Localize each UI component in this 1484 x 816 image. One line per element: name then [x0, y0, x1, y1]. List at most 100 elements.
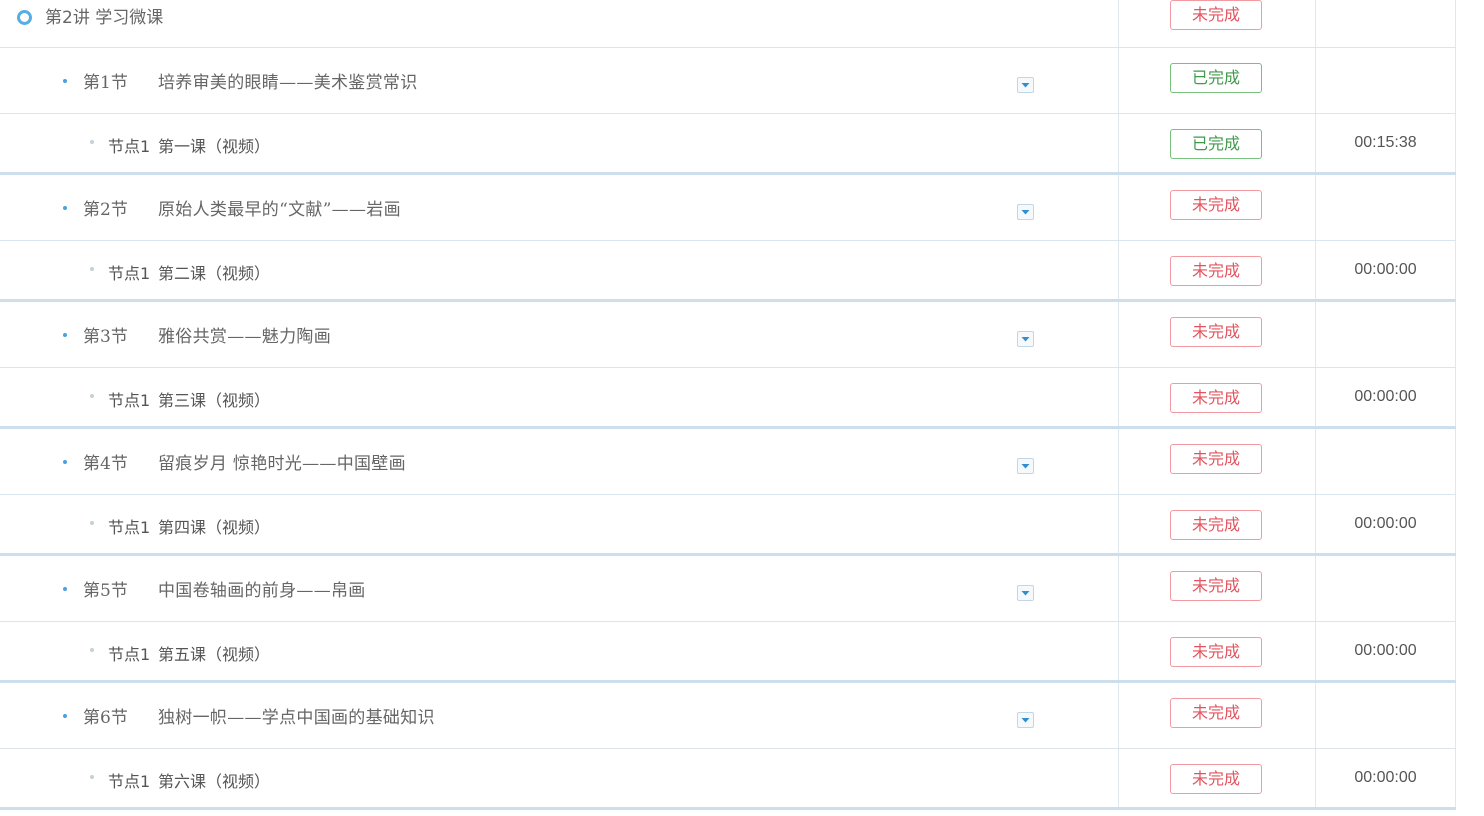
status-cell: 未完成	[1118, 622, 1315, 680]
duration-cell: 00:00:00	[1315, 241, 1456, 299]
status-badge: 未完成	[1170, 571, 1262, 601]
node-title-cell: 节点1 第五课（视频）	[0, 622, 1118, 680]
section-title-cell: 第3节 雅俗共赏——魅力陶画	[0, 302, 1118, 367]
node-row[interactable]: 节点1 第五课（视频） 未完成 00:00:00	[0, 622, 1456, 683]
node-title[interactable]: 第五课（视频）	[158, 641, 270, 665]
status-badge: 未完成	[1170, 317, 1262, 347]
course-outline: 第2讲 学习微课 未完成 第1节 培养审美的眼睛——美术鉴赏常识 已完成 节点1…	[0, 0, 1456, 810]
section-list: 第1节 培养审美的眼睛——美术鉴赏常识 已完成 节点1 第一课（视频） 已完成 …	[0, 48, 1456, 810]
status-badge: 已完成	[1170, 63, 1262, 93]
section-row: 第1节 培养审美的眼睛——美术鉴赏常识 已完成	[0, 48, 1456, 114]
node-row[interactable]: 节点1 第六课（视频） 未完成 00:00:00	[0, 749, 1456, 810]
node-row[interactable]: 节点1 第二课（视频） 未完成 00:00:00	[0, 241, 1456, 302]
chevron-down-icon[interactable]	[1017, 77, 1034, 93]
duration-cell: 00:00:00	[1315, 622, 1456, 680]
node-title[interactable]: 第六课（视频）	[158, 768, 270, 792]
section-number[interactable]: 第2节	[83, 195, 128, 220]
section-title-cell: 第2节 原始人类最早的“文献”——岩画	[0, 175, 1118, 240]
status-badge: 未完成	[1170, 383, 1262, 413]
chevron-down-icon[interactable]	[1017, 204, 1034, 220]
duration-cell	[1315, 302, 1456, 367]
status-cell: 已完成	[1118, 114, 1315, 172]
node-title[interactable]: 第四课（视频）	[158, 514, 270, 538]
duration-cell	[1315, 0, 1456, 47]
chevron-down-icon[interactable]	[1017, 585, 1034, 601]
node-title[interactable]: 第二课（视频）	[158, 260, 270, 284]
section-row: 第5节 中国卷轴画的前身——帛画 未完成	[0, 556, 1456, 622]
section-title[interactable]: 雅俗共赏——魅力陶画	[158, 322, 331, 347]
section-title-cell: 第1节 培养审美的眼睛——美术鉴赏常识	[0, 48, 1118, 113]
node-label[interactable]: 节点1	[108, 260, 150, 284]
chapter-title-cell: 第2讲 学习微课	[0, 0, 1118, 47]
status-cell: 未完成	[1118, 368, 1315, 426]
node-label[interactable]: 节点1	[108, 387, 150, 411]
node-label[interactable]: 节点1	[108, 514, 150, 538]
node-label[interactable]: 节点1	[108, 133, 150, 157]
chevron-down-icon[interactable]	[1017, 331, 1034, 347]
section-number[interactable]: 第1节	[83, 68, 128, 93]
status-badge: 未完成	[1170, 444, 1262, 474]
node-row[interactable]: 节点1 第四课（视频） 未完成 00:00:00	[0, 495, 1456, 556]
duration-cell: 00:00:00	[1315, 749, 1456, 807]
section-number[interactable]: 第6节	[83, 703, 128, 728]
bullet-icon	[90, 267, 94, 271]
status-badge: 未完成	[1170, 0, 1262, 30]
bullet-icon	[63, 206, 67, 210]
duration-cell: 00:00:00	[1315, 495, 1456, 553]
section-row: 第3节 雅俗共赏——魅力陶画 未完成	[0, 302, 1456, 368]
duration-cell	[1315, 429, 1456, 494]
duration-cell: 00:15:38	[1315, 114, 1456, 172]
bullet-icon	[63, 714, 67, 718]
status-cell: 未完成	[1118, 175, 1315, 240]
node-label[interactable]: 节点1	[108, 641, 150, 665]
node-title[interactable]: 第一课（视频）	[158, 133, 270, 157]
section-title[interactable]: 中国卷轴画的前身——帛画	[158, 576, 366, 601]
duration-cell	[1315, 175, 1456, 240]
bullet-icon	[90, 140, 94, 144]
chapter-title[interactable]: 第2讲 学习微课	[45, 3, 163, 28]
node-row[interactable]: 节点1 第一课（视频） 已完成 00:15:38	[0, 114, 1456, 175]
status-cell: 未完成	[1118, 495, 1315, 553]
status-cell: 已完成	[1118, 48, 1315, 113]
bullet-icon	[90, 394, 94, 398]
status-badge: 未完成	[1170, 510, 1262, 540]
section-title-cell: 第6节 独树一帜——学点中国画的基础知识	[0, 683, 1118, 748]
bullet-icon	[90, 521, 94, 525]
section-title[interactable]: 独树一帜——学点中国画的基础知识	[158, 703, 435, 728]
status-badge: 未完成	[1170, 637, 1262, 667]
status-cell: 未完成	[1118, 556, 1315, 621]
chevron-down-icon[interactable]	[1017, 712, 1034, 728]
section-number[interactable]: 第3节	[83, 322, 128, 347]
node-title-cell: 节点1 第四课（视频）	[0, 495, 1118, 553]
status-cell: 未完成	[1118, 429, 1315, 494]
section-number[interactable]: 第5节	[83, 576, 128, 601]
chapter-row: 第2讲 学习微课 未完成	[0, 0, 1456, 48]
duration-cell	[1315, 48, 1456, 113]
section-title[interactable]: 原始人类最早的“文献”——岩画	[158, 195, 401, 220]
status-badge: 未完成	[1170, 764, 1262, 794]
section-title[interactable]: 留痕岁月 惊艳时光——中国壁画	[158, 449, 406, 474]
section-number[interactable]: 第4节	[83, 449, 128, 474]
status-cell: 未完成	[1118, 302, 1315, 367]
duration-cell	[1315, 683, 1456, 748]
section-row: 第2节 原始人类最早的“文献”——岩画 未完成	[0, 175, 1456, 241]
node-title-cell: 节点1 第一课（视频）	[0, 114, 1118, 172]
bullet-icon	[63, 79, 67, 83]
node-title[interactable]: 第三课（视频）	[158, 387, 270, 411]
status-badge: 未完成	[1170, 698, 1262, 728]
status-badge: 未完成	[1170, 256, 1262, 286]
node-title-cell: 节点1 第二课（视频）	[0, 241, 1118, 299]
status-badge: 已完成	[1170, 129, 1262, 159]
chevron-down-icon[interactable]	[1017, 458, 1034, 474]
node-row[interactable]: 节点1 第三课（视频） 未完成 00:00:00	[0, 368, 1456, 429]
bullet-icon	[63, 333, 67, 337]
ring-icon	[17, 10, 32, 25]
node-label[interactable]: 节点1	[108, 768, 150, 792]
section-title-cell: 第4节 留痕岁月 惊艳时光——中国壁画	[0, 429, 1118, 494]
node-title-cell: 节点1 第三课（视频）	[0, 368, 1118, 426]
section-title[interactable]: 培养审美的眼睛——美术鉴赏常识	[158, 68, 418, 93]
bullet-icon	[63, 587, 67, 591]
section-row: 第4节 留痕岁月 惊艳时光——中国壁画 未完成	[0, 429, 1456, 495]
status-cell: 未完成	[1118, 749, 1315, 807]
node-title-cell: 节点1 第六课（视频）	[0, 749, 1118, 807]
